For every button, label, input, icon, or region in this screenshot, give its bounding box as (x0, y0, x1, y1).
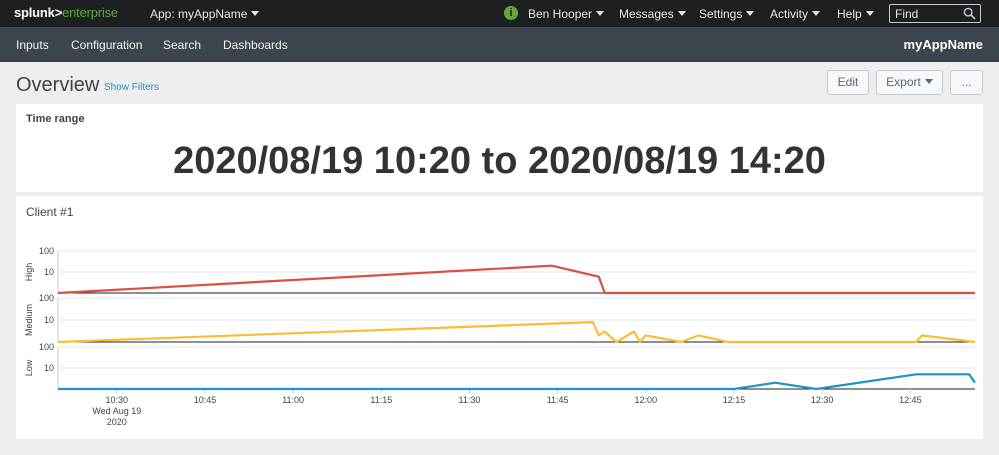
more-button[interactable]: ... (950, 70, 983, 95)
messages-menu-label: Messages (619, 7, 674, 21)
chevron-down-icon (865, 11, 874, 16)
x-tick-label: 11:45 (547, 395, 569, 405)
find-input[interactable] (895, 6, 965, 21)
logo-enterprise: enterprise (62, 5, 118, 20)
x-tick-label: 12:00 (635, 395, 658, 405)
nav-configuration[interactable]: Configuration (71, 38, 142, 52)
user-menu[interactable]: Ben Hooper (528, 7, 605, 21)
user-menu-label: Ben Hooper (528, 7, 593, 21)
x-tick-label: 12:30 (811, 395, 834, 405)
panel-title: Time range (26, 113, 85, 125)
edit-button[interactable]: Edit (827, 70, 869, 95)
y-tick-label: 10 (44, 267, 54, 277)
help-menu-label: Help (837, 7, 862, 21)
series-line-low (58, 373, 976, 391)
nav-dashboards[interactable]: Dashboards (223, 38, 288, 52)
more-button-label: ... (961, 75, 972, 89)
nav-search[interactable]: Search (163, 38, 201, 52)
chevron-down-icon (924, 79, 933, 84)
show-filters-link[interactable]: Show Filters (104, 82, 159, 93)
top-bar: splunk>enterprise App: myAppName i Ben H… (0, 0, 999, 27)
chevron-down-icon (596, 11, 605, 16)
x-tick-label: 10:45 (194, 395, 217, 405)
series-line-medium (57, 320, 976, 344)
y-tick-label: 10 (44, 315, 54, 325)
x-tick-label: 11:00 (282, 395, 304, 405)
app-name: myAppName (903, 37, 983, 52)
activity-menu[interactable]: Activity (770, 7, 821, 21)
chevron-down-icon (812, 11, 821, 16)
client-chart-panel: Client #1 100 10 High 100 10 Medium 100 10 Low 10… (16, 196, 983, 439)
help-menu[interactable]: Help (837, 7, 874, 21)
settings-menu[interactable]: Settings (699, 7, 755, 21)
x-tick-label: 11:30 (459, 395, 481, 405)
y-tick-label: 100 (39, 246, 54, 256)
x-tick-label: 10:30 (106, 395, 129, 405)
x-tick-label: 12:15 (723, 395, 746, 405)
app-menu-label: App: myAppName (150, 7, 248, 21)
find-box (889, 4, 981, 23)
app-nav-bar: Inputs Configuration Search Dashboards m… (0, 27, 999, 62)
x-tick-sublabel: 2020 (107, 417, 127, 427)
series-label: High (24, 263, 34, 282)
y-tick-label: 100 (39, 293, 54, 303)
chevron-down-icon (251, 11, 260, 16)
x-tick-label: 12:45 (899, 395, 922, 405)
page-title: Overview (16, 74, 100, 96)
x-tick-sublabel: Wed Aug 19 (92, 406, 141, 416)
info-icon[interactable]: i (504, 6, 518, 20)
time-range-value: 2020/08/19 10:20 to 2020/08/19 14:20 (173, 140, 826, 182)
chevron-down-icon (746, 11, 755, 16)
edit-button-label: Edit (837, 75, 859, 89)
settings-menu-label: Settings (699, 7, 743, 21)
x-tick-label: 11:15 (370, 395, 392, 405)
splunk-logo[interactable]: splunk>enterprise (14, 5, 118, 20)
export-button[interactable]: Export (876, 70, 943, 95)
time-range-panel: Time range 2020/08/19 10:20 to 2020/08/1… (16, 104, 983, 192)
logo-splunk: splunk> (14, 5, 63, 20)
chevron-down-icon (677, 11, 686, 16)
activity-menu-label: Activity (770, 7, 809, 21)
messages-menu[interactable]: Messages (619, 7, 686, 21)
panel-title: Client #1 (26, 205, 74, 219)
export-button-label: Export (886, 75, 921, 89)
series-line-high (57, 264, 975, 295)
series-label: Low (24, 359, 34, 376)
trellis-line-chart: 100 10 High 100 10 Medium 100 10 Low 10:30Wed Aug… (24, 246, 976, 427)
y-tick-label: 100 (39, 342, 54, 352)
series-label: Medium (24, 304, 34, 336)
y-tick-label: 10 (44, 363, 54, 373)
nav-inputs[interactable]: Inputs (16, 38, 49, 52)
search-icon[interactable] (963, 7, 976, 20)
app-menu[interactable]: App: myAppName (150, 7, 260, 21)
